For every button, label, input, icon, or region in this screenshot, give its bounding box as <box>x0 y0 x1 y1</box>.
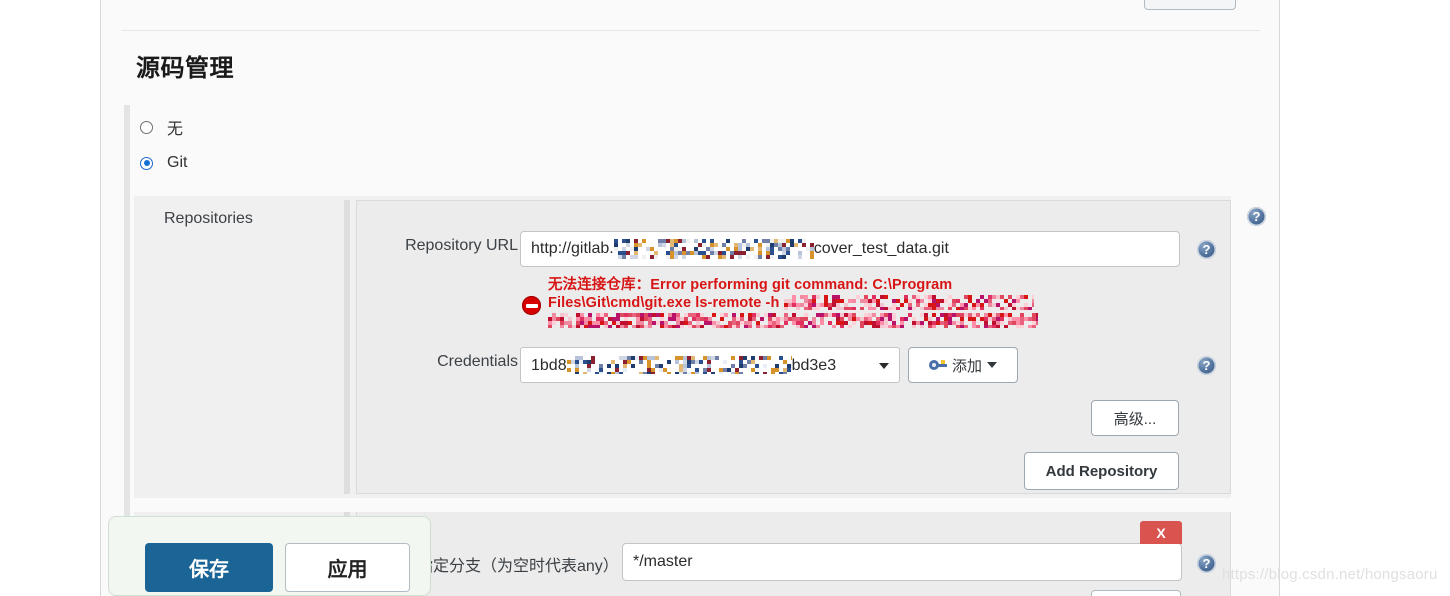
redaction-mosaic-error-3 <box>548 313 1038 328</box>
credentials-row: Credentials <box>388 353 518 371</box>
page-title: 源码管理 <box>136 55 234 82</box>
branch-specifier-value: */master <box>633 553 693 570</box>
credentials-label: Credentials <box>437 353 518 370</box>
error-line-2: Files\Git\cmd\git.exe ls-remote -h <box>548 295 780 311</box>
error-line-1: 无法连接仓库：Error performing git command: C:\… <box>548 277 953 293</box>
jenkins-scm-config-screen: 源码管理 无 Git Repositories Repository URL h… <box>0 0 1450 596</box>
repositories-inner-guide-bar <box>344 200 350 494</box>
add-repository-button[interactable]: Add Repository <box>1024 452 1179 490</box>
repositories-label: Repositories <box>164 210 253 227</box>
bottom-partial-button[interactable] <box>1091 590 1181 596</box>
key-icon <box>928 360 947 370</box>
radio-none-label: 无 <box>167 121 184 138</box>
add-credentials-label: 添加 <box>951 357 982 375</box>
radio-option-git[interactable]: Git <box>140 154 187 172</box>
repository-url-label: Repository URL <box>405 237 518 254</box>
branch-specifier-input[interactable]: */master <box>622 543 1182 581</box>
chevron-down-icon[interactable] <box>879 363 889 369</box>
help-icon-repository-url[interactable] <box>1197 239 1216 260</box>
save-button[interactable]: 保存 <box>145 543 273 592</box>
help-icon-credentials[interactable] <box>1197 355 1216 376</box>
delete-branch-button[interactable]: X <box>1140 521 1182 544</box>
advanced-button[interactable]: 高级... <box>1091 400 1179 436</box>
help-icon-repositories-section[interactable] <box>1247 206 1266 227</box>
repository-url-value-prefix: http://gitlab. <box>531 240 614 257</box>
error-deny-icon <box>522 296 541 315</box>
header-divider <box>121 30 1260 31</box>
add-credentials-button[interactable]: 添加 <box>908 347 1018 383</box>
repository-url-row: Repository URL <box>388 237 518 255</box>
top-partial-button[interactable] <box>1144 0 1236 10</box>
redaction-mosaic-credentials <box>566 356 792 374</box>
redaction-mosaic-error-2 <box>783 295 1034 310</box>
watermark: https://blog.csdn.net/hongsaoru <box>1222 566 1438 583</box>
repository-url-input[interactable]: http://gitlab. cover_test_data.git <box>520 231 1180 267</box>
repository-url-value-suffix: cover_test_data.git <box>813 240 949 257</box>
help-icon-branch-specifier[interactable] <box>1197 553 1216 574</box>
radio-git-label: Git <box>167 154 188 171</box>
radio-git-indicator[interactable] <box>140 156 153 170</box>
credentials-value-suffix: bd3e3 <box>791 357 837 374</box>
radio-option-none[interactable]: 无 <box>140 115 183 139</box>
repository-url-error: 无法连接仓库：Error performing git command: C:\… <box>522 276 1062 330</box>
radio-none-indicator[interactable] <box>140 120 153 134</box>
credentials-value-prefix: 1bd8 <box>531 357 567 374</box>
credentials-select-value: 1bd8 bd3e3 <box>531 348 836 384</box>
section-guide-bar <box>124 105 130 520</box>
chevron-down-icon <box>987 362 997 368</box>
redaction-mosaic-url <box>613 239 814 259</box>
apply-button[interactable]: 应用 <box>285 543 410 592</box>
credentials-select[interactable]: 1bd8 bd3e3 <box>520 347 900 383</box>
branch-specifier-label: 指定分支（为空时代表any） <box>417 558 619 575</box>
